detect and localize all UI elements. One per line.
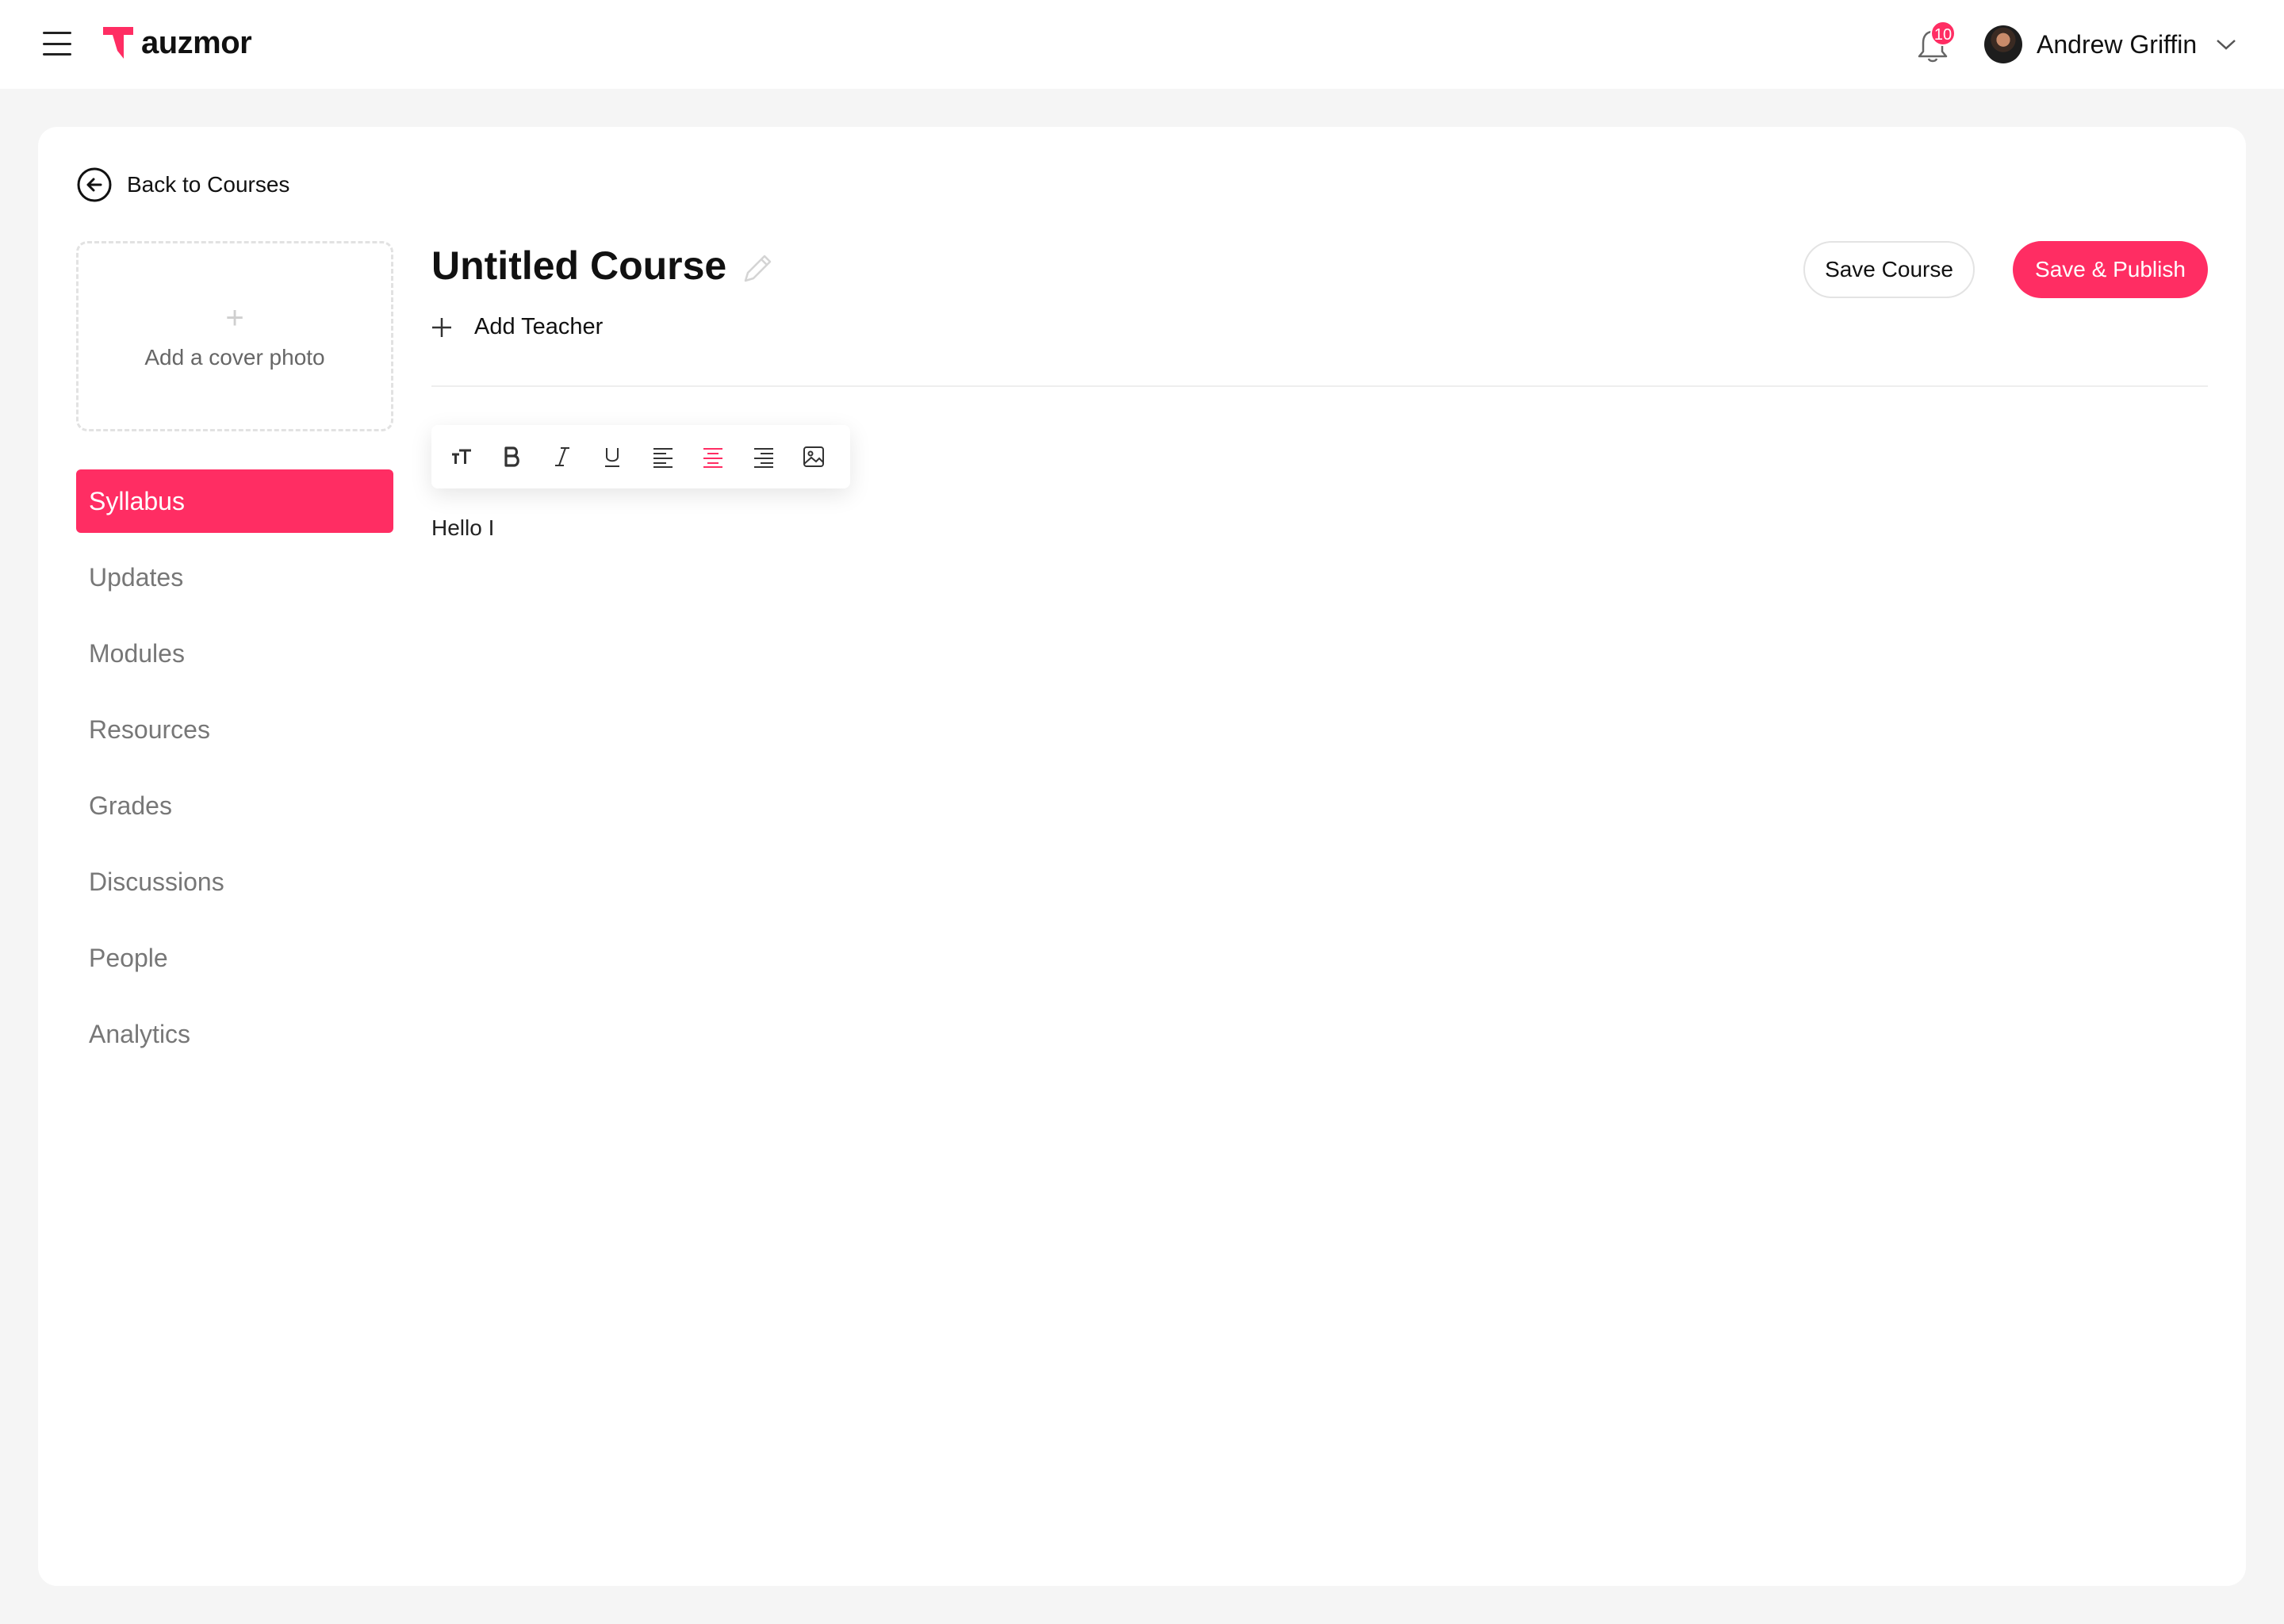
brand-logo[interactable]: auzmor [102, 24, 252, 62]
user-name: Andrew Griffin [2037, 29, 2198, 59]
divider [431, 385, 2208, 387]
sidebar-item-discussions[interactable]: Discussions [76, 850, 393, 914]
avatar [1984, 25, 2022, 63]
align-right-icon[interactable] [749, 442, 778, 471]
plus-icon: + [225, 301, 244, 335]
pencil-icon[interactable] [739, 251, 776, 287]
plus-icon [432, 317, 451, 337]
user-menu[interactable]: Andrew Griffin [1984, 24, 2236, 65]
cover-photo-label: Add a cover photo [144, 345, 325, 370]
brand-name: auzmor [141, 25, 252, 60]
sidebar-item-grades[interactable]: Grades [76, 774, 393, 837]
align-center-icon[interactable] [699, 442, 728, 471]
text-size-icon[interactable] [447, 442, 476, 471]
bold-icon[interactable] [498, 442, 527, 471]
italic-icon[interactable] [548, 442, 577, 471]
sidebar-item-resources[interactable]: Resources [76, 698, 393, 761]
image-icon[interactable] [800, 442, 829, 471]
sidebar-item-updates[interactable]: Updates [76, 546, 393, 609]
underline-icon[interactable] [599, 442, 627, 471]
arrow-left-circle-icon [77, 167, 112, 202]
sidebar-item-syllabus[interactable]: Syllabus [76, 469, 393, 533]
hamburger-icon[interactable] [43, 32, 71, 56]
add-teacher-label: Add Teacher [474, 314, 604, 339]
course-sidebar-nav: Syllabus Updates Modules Resources Grade… [76, 469, 393, 1078]
course-title[interactable]: Untitled Course [431, 243, 726, 289]
logo-mark-icon [103, 27, 133, 59]
editor-toolbar [431, 425, 850, 488]
save-course-button[interactable]: Save Course [1803, 241, 1975, 298]
add-teacher-button[interactable]: Add Teacher [431, 314, 603, 340]
back-to-courses-link[interactable]: Back to Courses [76, 167, 289, 203]
sidebar-item-analytics[interactable]: Analytics [76, 1002, 393, 1066]
course-editor-card: Back to Courses + Add a cover photo Syll… [38, 127, 2246, 1586]
align-left-icon[interactable] [649, 442, 677, 471]
chevron-down-icon [2217, 40, 2236, 50]
sidebar-item-people[interactable]: People [76, 926, 393, 990]
add-cover-photo-dropzone[interactable]: + Add a cover photo [76, 241, 393, 431]
save-publish-button[interactable]: Save & Publish [2013, 241, 2208, 298]
sidebar-item-modules[interactable]: Modules [76, 622, 393, 685]
top-bar: auzmor 10 Andrew Griffin [0, 0, 2284, 89]
back-link-label: Back to Courses [127, 172, 290, 197]
notification-count-badge: 10 [1930, 21, 1956, 46]
syllabus-editor-content[interactable]: Hello I [431, 515, 494, 541]
